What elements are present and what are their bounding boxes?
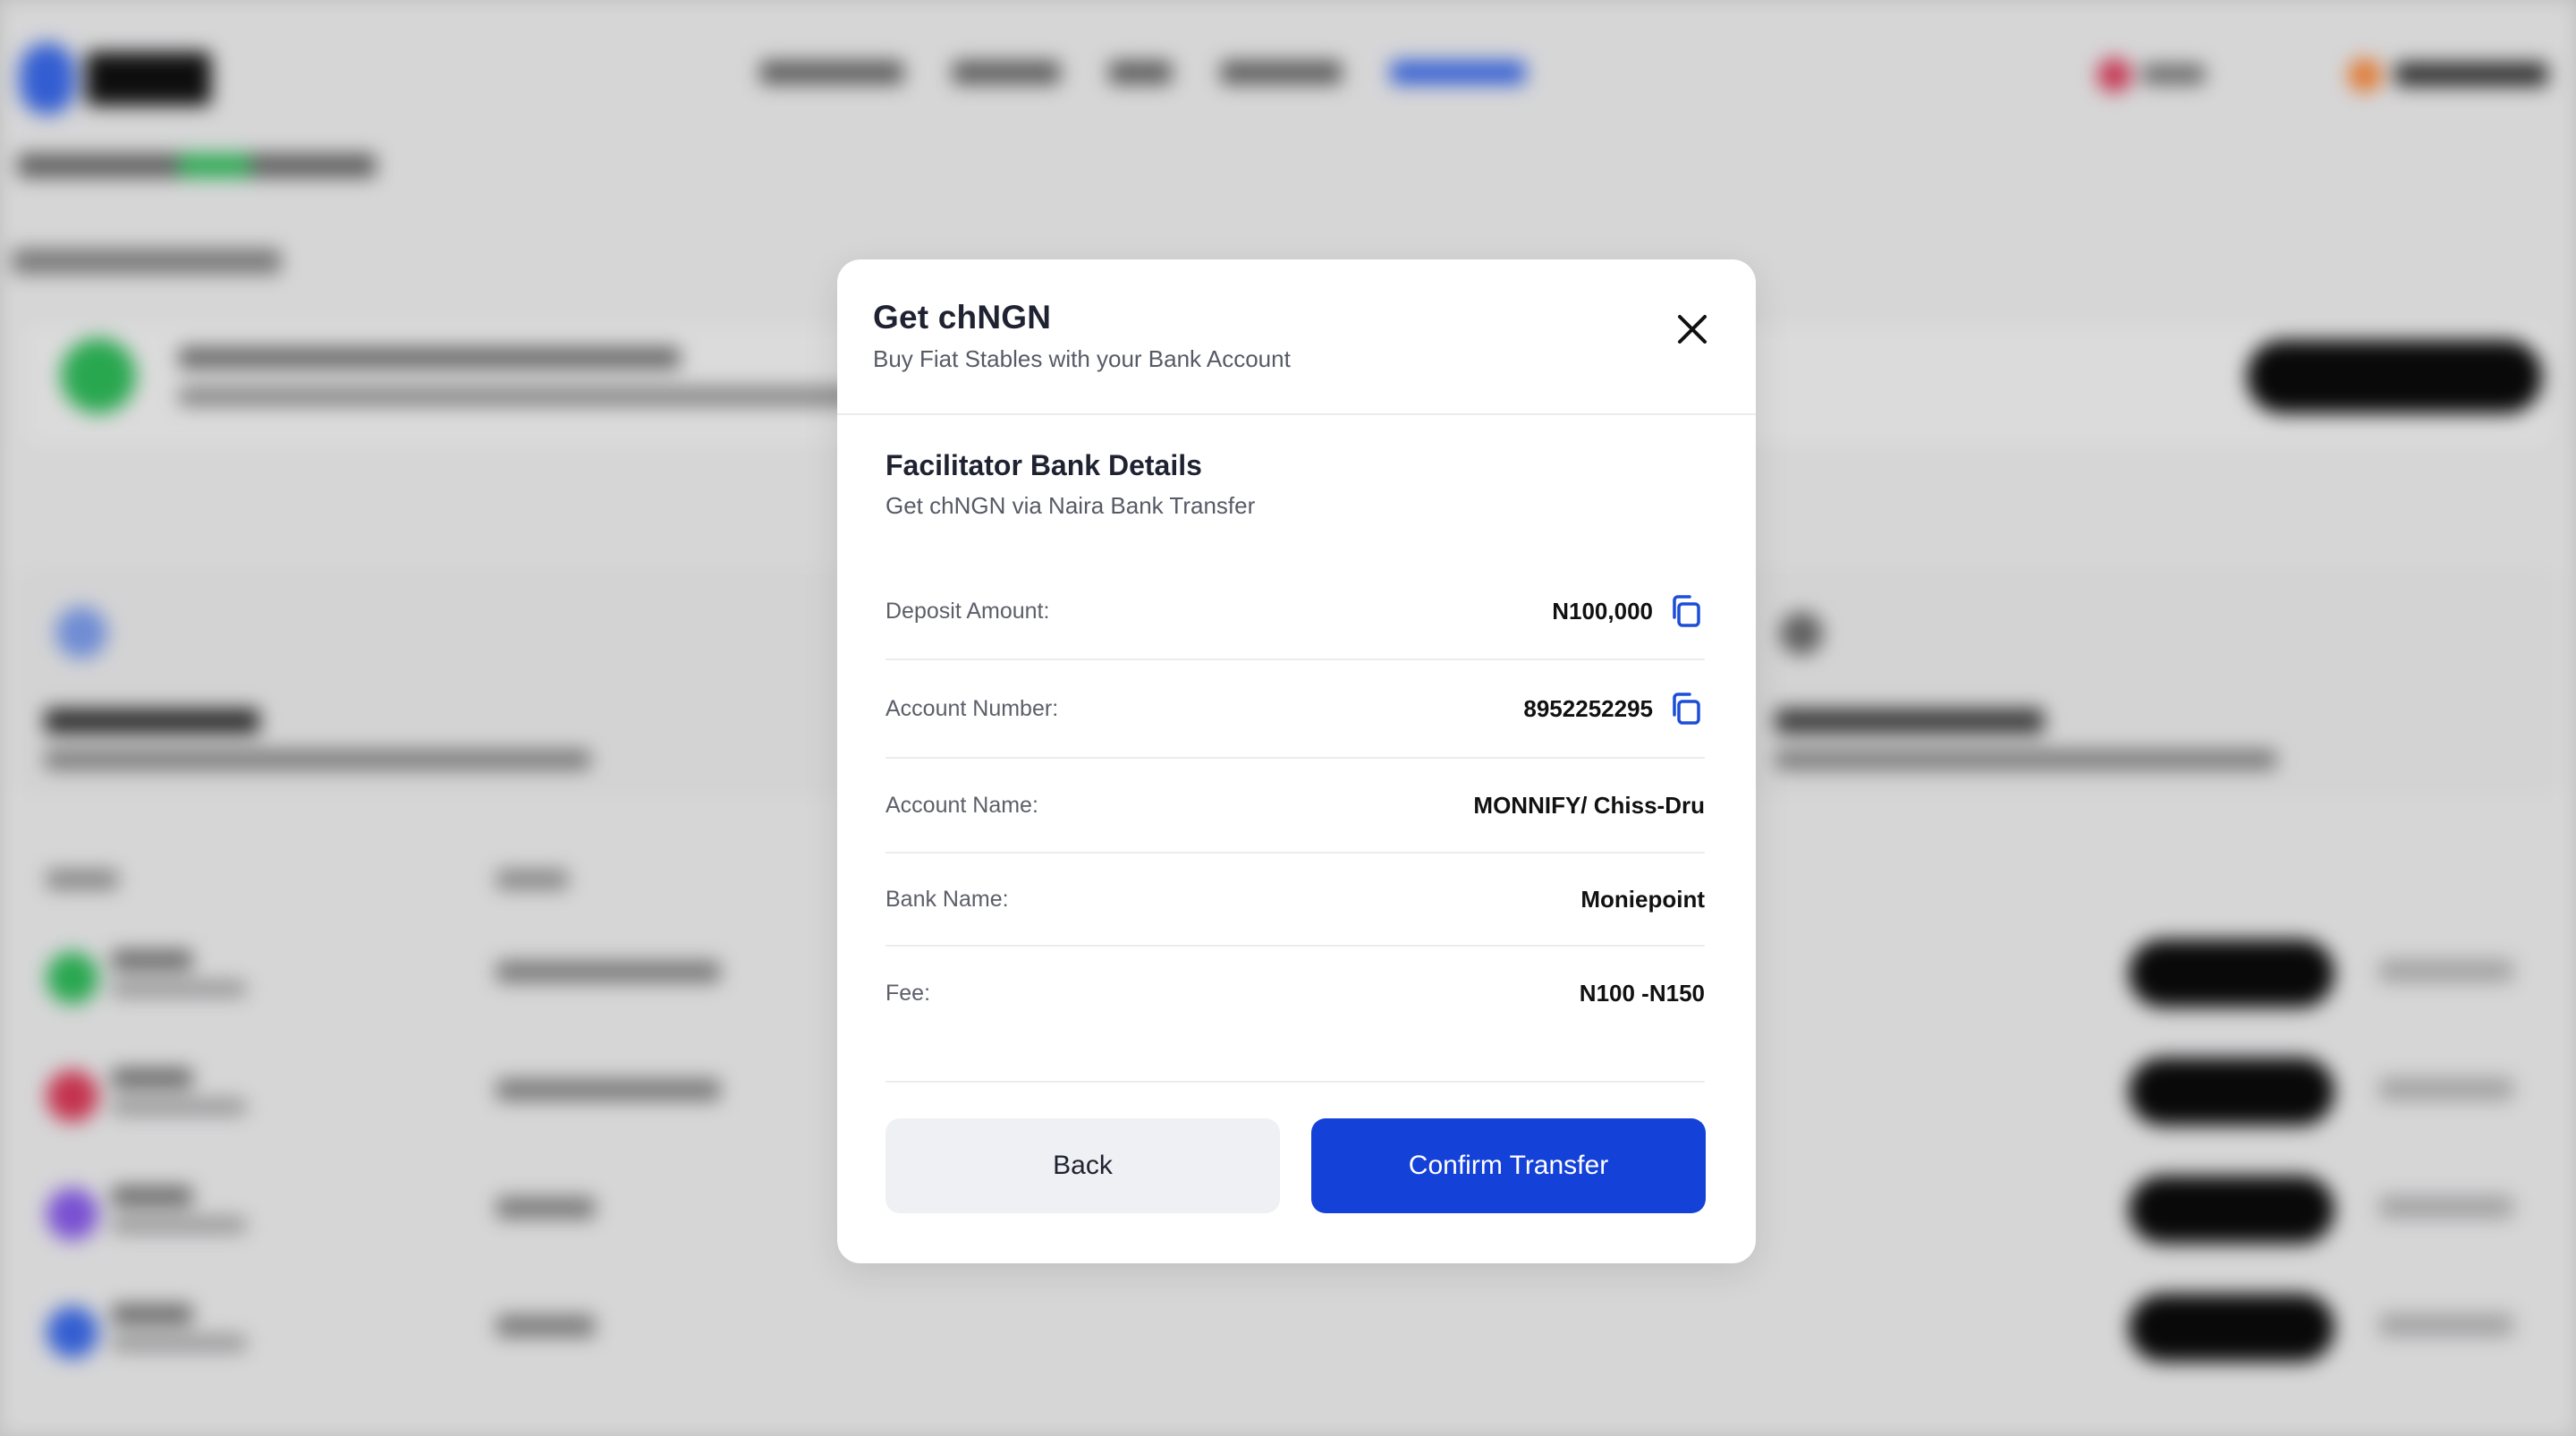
fee-label: Fee: — [886, 980, 931, 1006]
fee-value: N100 -N150 — [1579, 979, 1705, 1007]
section-title: Facilitator Bank Details — [886, 449, 1202, 481]
back-button[interactable]: Back — [886, 1118, 1280, 1213]
modal-subtitle: Buy Fiat Stables with your Bank Account — [873, 345, 1291, 372]
copy-account-number-button[interactable] — [1665, 689, 1705, 728]
deposit-amount-label: Deposit Amount: — [886, 598, 1050, 624]
copy-icon — [1673, 693, 1700, 725]
modal-header: Get chNGN Buy Fiat Stables with your Ban… — [837, 259, 1756, 415]
detail-row-account-name: Account Name: MONNIFY/ Chiss-Dru — [886, 759, 1705, 854]
detail-row-deposit-amount: Deposit Amount: N100,000 — [886, 564, 1705, 660]
footer-divider — [886, 1081, 1705, 1083]
deposit-amount-value: N100,000 — [1552, 597, 1653, 625]
close-button[interactable] — [1669, 306, 1716, 353]
detail-row-fee: Fee: N100 -N150 — [886, 947, 1705, 1040]
account-name-value: MONNIFY/ Chiss-Dru — [1473, 791, 1705, 819]
confirm-transfer-button[interactable]: Confirm Transfer — [1311, 1118, 1706, 1213]
account-number-label: Account Number: — [886, 695, 1059, 721]
detail-row-bank-name: Bank Name: Moniepoint — [886, 854, 1705, 947]
copy-icon — [1673, 595, 1700, 627]
get-chngn-modal: Get chNGN Buy Fiat Stables with your Ban… — [837, 259, 1756, 1263]
bank-name-value: Moniepoint — [1580, 885, 1705, 913]
copy-deposit-amount-button[interactable] — [1665, 591, 1705, 631]
bank-name-label: Bank Name: — [886, 886, 1009, 912]
close-icon — [1678, 315, 1707, 344]
modal-title: Get chNGN — [873, 299, 1052, 336]
detail-row-account-number: Account Number: 8952252295 — [886, 660, 1705, 759]
section-subtitle: Get chNGN via Naira Bank Transfer — [886, 492, 1256, 519]
account-name-label: Account Name: — [886, 792, 1038, 818]
account-number-value: 8952252295 — [1523, 694, 1653, 722]
